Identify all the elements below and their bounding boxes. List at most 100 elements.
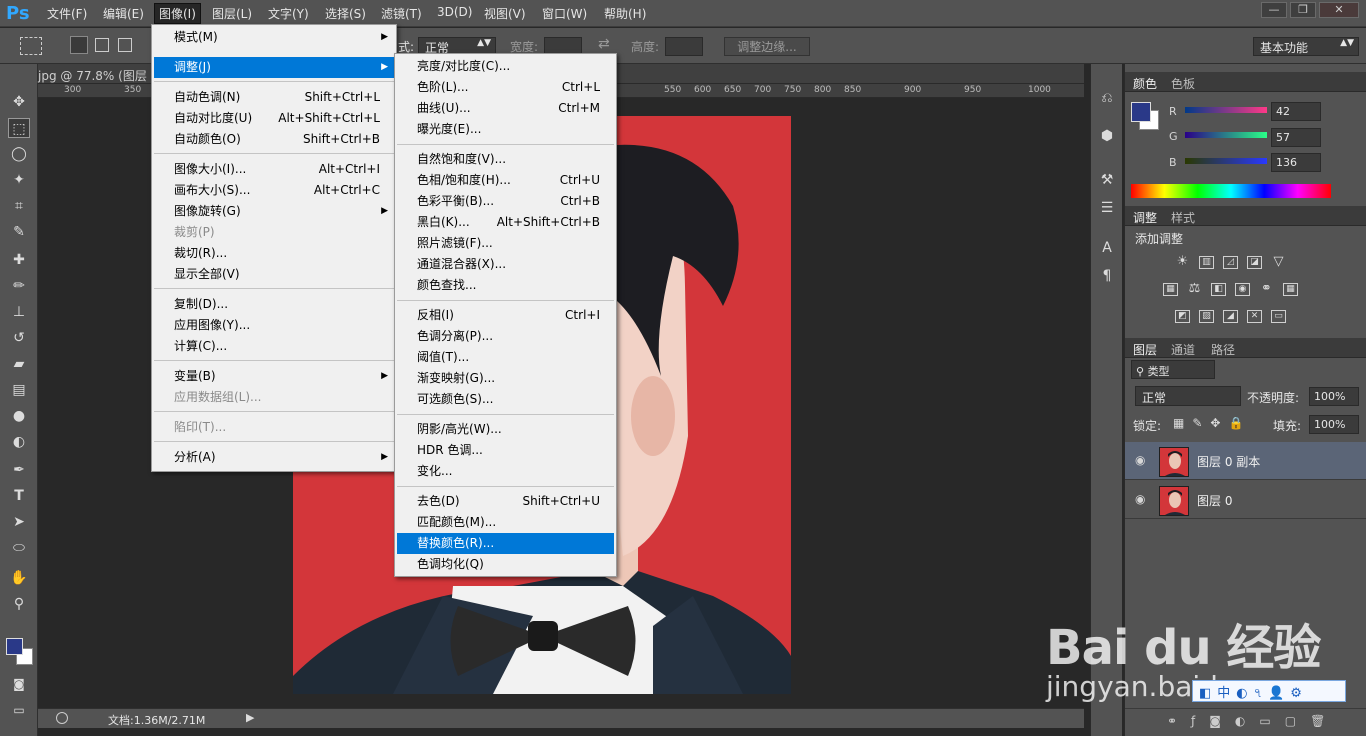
color-spectrum-bar[interactable] bbox=[1131, 184, 1331, 198]
menu-3d[interactable]: 3D(D) bbox=[437, 5, 472, 19]
status-icon[interactable] bbox=[56, 712, 68, 724]
move-tool-icon[interactable]: ✥ bbox=[8, 92, 30, 112]
layer-row[interactable]: ◉ 图层 0 副本 bbox=[1125, 442, 1366, 480]
r-slider[interactable] bbox=[1185, 107, 1267, 113]
color-balance-icon[interactable]: ⚖ bbox=[1187, 282, 1202, 296]
visibility-eye-icon[interactable]: ◉ bbox=[1135, 453, 1145, 467]
gradient-map-icon[interactable]: ▭ bbox=[1271, 310, 1286, 323]
clone-stamp-icon[interactable]: ⊥ bbox=[8, 302, 30, 322]
posterize-icon[interactable]: ▨ bbox=[1199, 310, 1214, 323]
color-lookup-icon[interactable]: ▦ bbox=[1283, 283, 1298, 296]
channel-mixer-icon[interactable]: ⚭ bbox=[1259, 282, 1274, 296]
menu-help[interactable]: 帮助(H) bbox=[604, 5, 646, 22]
refine-edge-button[interactable]: 调整边缘... bbox=[724, 37, 810, 56]
menu-item-adjustments[interactable]: 调整(J) ▶ bbox=[154, 57, 394, 78]
dodge-tool-icon[interactable]: ◐ bbox=[8, 432, 30, 452]
hand-tool-icon[interactable]: ✋ bbox=[8, 568, 30, 588]
restore-button[interactable]: ❐ bbox=[1290, 2, 1316, 18]
menu-item-canvas-size[interactable]: 画布大小(S)... Alt+Ctrl+C bbox=[154, 180, 394, 201]
3d-panel-icon[interactable]: ⬢ bbox=[1096, 126, 1118, 146]
layer-actions-icons[interactable]: ⚭ƒ◙◐▭▢🗑 bbox=[1167, 714, 1339, 728]
menu-type[interactable]: 文字(Y) bbox=[268, 5, 309, 22]
menu-item-gradient-map[interactable]: 渐变映射(G)... bbox=[397, 368, 614, 389]
menu-item-curves[interactable]: 曲线(U)... Ctrl+M bbox=[397, 98, 614, 119]
history-panel-icon[interactable]: ⎌ bbox=[1096, 88, 1118, 108]
menu-edit[interactable]: 编辑(E) bbox=[103, 5, 144, 22]
g-value-input[interactable]: 57 bbox=[1271, 128, 1321, 147]
height-input[interactable] bbox=[665, 37, 703, 56]
menu-item-levels[interactable]: 色阶(L)... Ctrl+L bbox=[397, 77, 614, 98]
brightness-adjust-icon[interactable]: ☀ bbox=[1175, 255, 1190, 269]
invert-icon[interactable]: ◩ bbox=[1175, 310, 1190, 323]
menu-item-photo-filter[interactable]: 照片滤镜(F)... bbox=[397, 233, 614, 254]
menu-item-selective-color[interactable]: 可选颜色(S)... bbox=[397, 389, 614, 410]
blur-tool-icon[interactable]: ● bbox=[8, 406, 30, 426]
close-button[interactable]: ✕ bbox=[1319, 2, 1359, 18]
menu-item-hue-saturation[interactable]: 色相/饱和度(H)... Ctrl+U bbox=[397, 170, 614, 191]
add-selection-icon[interactable] bbox=[95, 38, 109, 52]
menu-item-equalize[interactable]: 色调均化(Q) bbox=[397, 554, 614, 575]
foreground-color-swatch[interactable] bbox=[6, 638, 23, 655]
menu-item-brightness-contrast[interactable]: 亮度/对比度(C)... bbox=[397, 56, 614, 77]
color-fg-swatch[interactable] bbox=[1131, 102, 1151, 122]
fill-input[interactable]: 100% bbox=[1309, 415, 1359, 434]
menu-item-invert[interactable]: 反相(I) Ctrl+I bbox=[397, 305, 614, 326]
menu-item-image-rotation[interactable]: 图像旋转(G) ▶ bbox=[154, 201, 394, 222]
menu-item-variables[interactable]: 变量(B) ▶ bbox=[154, 366, 394, 387]
menu-item-variations[interactable]: 变化... bbox=[397, 461, 614, 482]
screen-mode-icon[interactable]: ▭ bbox=[8, 700, 30, 720]
menu-item-auto-contrast[interactable]: 自动对比度(U) Alt+Shift+Ctrl+L bbox=[154, 108, 394, 129]
menu-item-analysis[interactable]: 分析(A) ▶ bbox=[154, 447, 394, 468]
menu-item-exposure[interactable]: 曝光度(E)... bbox=[397, 119, 614, 140]
menu-item-reveal-all[interactable]: 显示全部(V) bbox=[154, 264, 394, 285]
menu-item-replace-color[interactable]: 替换颜色(R)... bbox=[397, 533, 614, 554]
zoom-tool-icon[interactable]: ⚲ bbox=[8, 594, 30, 614]
visibility-eye-icon[interactable]: ◉ bbox=[1135, 492, 1145, 506]
b-value-input[interactable]: 136 bbox=[1271, 153, 1321, 172]
photo-filter-icon[interactable]: ◉ bbox=[1235, 283, 1250, 296]
brush-panel-icon[interactable]: ⚒ bbox=[1096, 170, 1118, 190]
paragraph-panel-icon[interactable]: ¶ bbox=[1096, 266, 1118, 286]
eraser-icon[interactable]: ▰ bbox=[8, 354, 30, 374]
menu-item-color-balance[interactable]: 色彩平衡(B)... Ctrl+B bbox=[397, 191, 614, 212]
menu-item-match-color[interactable]: 匹配颜色(M)... bbox=[397, 512, 614, 533]
minimize-button[interactable]: — bbox=[1261, 2, 1287, 18]
vibrance-adjust-icon[interactable]: ▽ bbox=[1271, 255, 1286, 269]
tab-channels[interactable]: 通道 bbox=[1171, 341, 1195, 358]
menu-item-image-size[interactable]: 图像大小(I)... Alt+Ctrl+I bbox=[154, 159, 394, 180]
exposure-adjust-icon[interactable]: ◪ bbox=[1247, 256, 1262, 269]
selective-color-icon[interactable]: ✕ bbox=[1247, 310, 1262, 323]
tab-color[interactable]: 颜色 bbox=[1133, 75, 1157, 92]
new-selection-icon[interactable] bbox=[70, 36, 88, 54]
menu-item-desaturate[interactable]: 去色(D) Shift+Ctrl+U bbox=[397, 491, 614, 512]
levels-adjust-icon[interactable]: ▥ bbox=[1199, 256, 1214, 269]
menu-item-trim[interactable]: 裁切(R)... bbox=[154, 243, 394, 264]
layer-name[interactable]: 图层 0 bbox=[1197, 492, 1232, 509]
menu-item-mode[interactable]: 模式(M) ▶ bbox=[154, 27, 394, 48]
b-slider[interactable] bbox=[1185, 158, 1267, 164]
menu-layer[interactable]: 图层(L) bbox=[212, 5, 252, 22]
menu-item-color-lookup[interactable]: 颜色查找... bbox=[397, 275, 614, 296]
menu-item-calculations[interactable]: 计算(C)... bbox=[154, 336, 394, 357]
swap-icon[interactable]: ⇄ bbox=[598, 36, 610, 52]
gradient-tool-icon[interactable]: ▤ bbox=[8, 380, 30, 400]
menu-item-hdr-toning[interactable]: HDR 色调... bbox=[397, 440, 614, 461]
threshold-icon[interactable]: ◢ bbox=[1223, 310, 1238, 323]
ellipse-tool-icon[interactable]: ⬭ bbox=[8, 538, 30, 558]
menu-view[interactable]: 视图(V) bbox=[484, 5, 526, 22]
pen-tool-icon[interactable]: ✒ bbox=[8, 460, 30, 480]
layer-filter-select[interactable]: ⚲ 类型 bbox=[1131, 360, 1215, 379]
properties-panel-icon[interactable]: ☰ bbox=[1096, 198, 1118, 218]
tab-swatches[interactable]: 色板 bbox=[1171, 75, 1195, 92]
marquee-preset-icon[interactable] bbox=[20, 37, 42, 55]
menu-item-apply-image[interactable]: 应用图像(Y)... bbox=[154, 315, 394, 336]
workspace-select[interactable]: 基本功能 ▲▼ bbox=[1253, 37, 1359, 56]
menu-item-duplicate[interactable]: 复制(D)... bbox=[154, 294, 394, 315]
lock-icons[interactable]: ▦✎✥🔒 bbox=[1173, 416, 1251, 430]
menu-item-shadows-highlights[interactable]: 阴影/高光(W)... bbox=[397, 419, 614, 440]
path-select-icon[interactable]: ➤ bbox=[8, 512, 30, 532]
curves-adjust-icon[interactable]: ◿ bbox=[1223, 256, 1238, 269]
menu-select[interactable]: 选择(S) bbox=[325, 5, 366, 22]
tab-adjustments[interactable]: 调整 bbox=[1133, 209, 1157, 226]
black-white-icon[interactable]: ◧ bbox=[1211, 283, 1226, 296]
